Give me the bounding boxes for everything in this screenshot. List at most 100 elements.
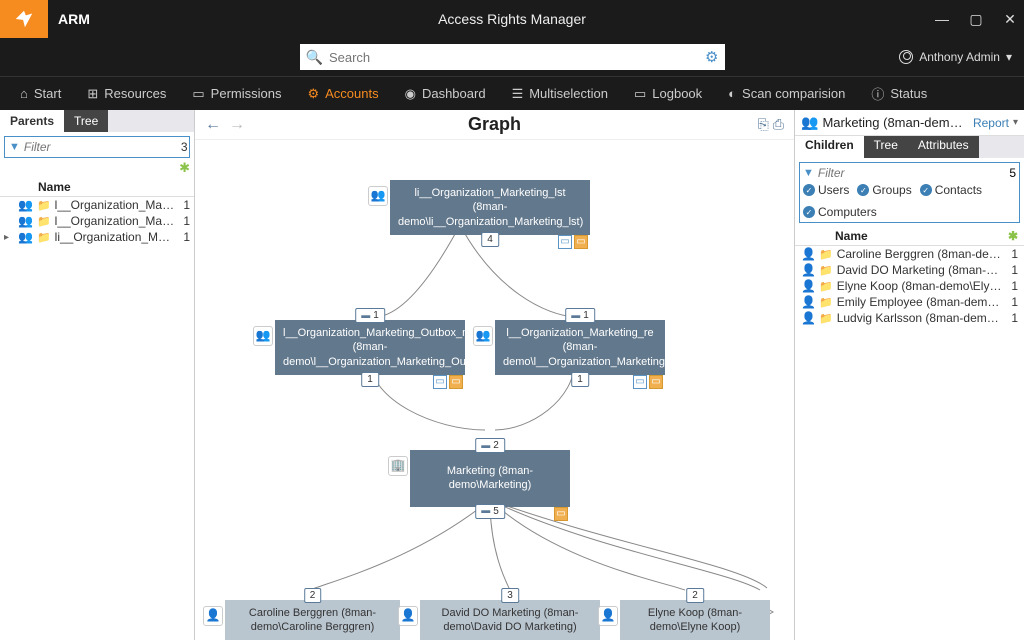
filter-pill-computers[interactable]: ✓Computers [803, 205, 877, 219]
graph-title: Graph [468, 114, 521, 135]
minimize-button[interactable]: — [934, 11, 950, 27]
note-icon[interactable]: ▭ [449, 375, 463, 389]
graph-node[interactable]: 👤 2 Elyne Koop (8man-demo\Elyne Koop) ▭ [620, 600, 770, 640]
tab-parents[interactable]: Parents [0, 110, 64, 132]
node-parent-count[interactable]: ▬1 [355, 308, 385, 323]
note-icon[interactable]: ▭ [649, 375, 663, 389]
left-filter-input[interactable] [24, 140, 181, 154]
group-icon: 👥 [253, 326, 273, 346]
report-link[interactable]: Report [973, 116, 1009, 130]
graph-node[interactable]: 👤 3 David DO Marketing (8man-demo\David … [420, 600, 600, 640]
user-icon: 👤 [801, 311, 815, 325]
group-icon: 👥 [801, 114, 818, 131]
left-filter[interactable]: ▼ 3 [4, 136, 190, 158]
search-input[interactable] [329, 50, 705, 65]
graph-tool-2[interactable]: ⎙ [773, 116, 784, 133]
tab-tree[interactable]: Tree [64, 110, 108, 132]
scan-icon: ◐ [728, 86, 736, 101]
graph-node-selected[interactable]: 🏢 ▬2 Marketing (8man-demo\Marketing) ▬5 … [410, 450, 570, 507]
tab-attributes[interactable]: Attributes [908, 136, 979, 158]
group-icon: 👥 [18, 214, 33, 228]
node-child-count[interactable]: 1 [361, 372, 379, 387]
nav-multiselection[interactable]: ☰Multiselection [512, 86, 608, 102]
list-item[interactable]: 👤📁David DO Marketing (8man-demo\Da...1 [795, 262, 1024, 278]
graph-node[interactable]: 👥 ▬1 l__Organization_Marketing_re (8man-… [495, 320, 665, 375]
group-icon: 👥 [18, 230, 33, 244]
filter-pill-groups[interactable]: ✓Groups [857, 183, 911, 197]
folder-icon: 📁 [37, 231, 51, 244]
folder-icon[interactable]: ▭ [558, 235, 572, 249]
right-filter-input[interactable] [818, 166, 1005, 180]
nav-scan-comparison[interactable]: ◐Scan comparision [728, 86, 845, 101]
nav-permissions[interactable]: ▭Permissions [192, 86, 281, 102]
graph-node[interactable]: 👥 li__Organization_Marketing_lst (8man-d… [390, 180, 590, 235]
nav-accounts[interactable]: ⚙Accounts [307, 86, 378, 102]
expand-icon[interactable]: ▸ [4, 232, 14, 243]
filter-pill-contacts[interactable]: ✓Contacts [920, 183, 982, 197]
preset-icon[interactable]: ✱ [1008, 229, 1018, 243]
group-icon: 👥 [473, 326, 493, 346]
folder-icon: 📁 [819, 312, 833, 325]
node-parent-count[interactable]: 3 [501, 588, 519, 603]
list-item[interactable]: 👤📁Ludvig Karlsson (8man-demo\Ludvig...1 [795, 310, 1024, 326]
close-button[interactable]: ✕ [1002, 11, 1018, 27]
node-label: Marketing (8man-demo\Marketing) [447, 465, 533, 491]
graph-node[interactable]: 👤 2 Caroline Berggren (8man-demo\Carolin… [225, 600, 400, 640]
folder-icon: 📁 [819, 280, 833, 293]
list-item[interactable]: 👥📁l__Organization_Marketing...1 [0, 197, 194, 213]
node-parent-count[interactable]: ▬1 [565, 308, 595, 323]
node-child-count[interactable]: ▬5 [475, 504, 505, 519]
preset-icon[interactable]: ✱ [179, 160, 190, 176]
node-child-count[interactable]: 1 [571, 372, 589, 387]
user-icon: 👤 [801, 263, 815, 277]
node-child-count[interactable]: 4 [481, 232, 499, 247]
note-icon[interactable]: ▭ [574, 235, 588, 249]
maximize-button[interactable]: ▢ [968, 11, 984, 27]
nav-dashboard[interactable]: ◉Dashboard [405, 86, 486, 102]
left-name-header: Name [0, 178, 194, 197]
graph-node[interactable]: 👥 ▬1 l__Organization_Marketing_Outbox_md… [275, 320, 465, 375]
filter-icon: ▼ [803, 167, 814, 179]
folder-icon[interactable]: ▭ [633, 375, 647, 389]
window-title: Access Rights Manager [438, 11, 586, 27]
list-item[interactable]: 👤📁Caroline Berggren (8man-demo\Caroli...… [795, 246, 1024, 262]
filter-icon: ▼ [9, 141, 20, 153]
graph-canvas[interactable]: 👥 li__Organization_Marketing_lst (8man-d… [195, 140, 794, 640]
folder-icon[interactable]: ▭ [433, 375, 447, 389]
nav-logbook[interactable]: ▭Logbook [634, 86, 702, 102]
nav-status[interactable]: ⓘStatus [871, 84, 927, 103]
list-item[interactable]: ▸👥📁li__Organization_Marketing...1 [0, 229, 194, 245]
folder-icon: 📁 [819, 264, 833, 277]
node-parent-count[interactable]: 2 [304, 588, 322, 603]
node-parent-count[interactable]: 2 [686, 588, 704, 603]
resources-icon: ⊞ [87, 86, 98, 102]
list-item[interactable]: 👤📁Elyne Koop (8man-demo\Elyne Koop)1 [795, 278, 1024, 294]
main-nav: ⌂Start ⊞Resources ▭Permissions ⚙Accounts… [0, 76, 1024, 110]
filter-pill-users[interactable]: ✓Users [803, 183, 849, 197]
node-label: David DO Marketing (8man-demo\David DO M… [442, 607, 579, 633]
tab-children[interactable]: Children [795, 136, 864, 158]
dashboard-icon: ◉ [405, 86, 416, 102]
search-settings-icon[interactable]: ⚙ [705, 48, 718, 66]
folder-icon: 📁 [819, 296, 833, 309]
brand-text: ARM [58, 11, 90, 27]
avatar-icon [899, 50, 913, 64]
status-icon: ⓘ [871, 84, 884, 103]
chevron-down-icon[interactable]: ▾ [1013, 117, 1018, 128]
nav-forward-icon[interactable]: → [229, 116, 245, 134]
right-name-header: Name✱ [795, 227, 1024, 246]
nav-start[interactable]: ⌂Start [20, 86, 61, 101]
node-parent-count[interactable]: ▬2 [475, 438, 505, 453]
nav-resources[interactable]: ⊞Resources [87, 86, 166, 102]
tab-tree[interactable]: Tree [864, 136, 908, 158]
user-icon: 👤 [398, 606, 418, 626]
chevron-down-icon: ▾ [1006, 50, 1012, 64]
list-item[interactable]: 👥📁l__Organization_Marketing...1 [0, 213, 194, 229]
list-item[interactable]: 👤📁Emily Employee (8man-demo\Emily E...1 [795, 294, 1024, 310]
search-box[interactable]: 🔍 ⚙ [300, 44, 725, 70]
folder-icon: 📁 [819, 248, 833, 261]
nav-back-icon[interactable]: ← [205, 116, 221, 134]
graph-tool-1[interactable]: ⎘ [758, 116, 769, 133]
user-menu[interactable]: Anthony Admin ▾ [899, 50, 1012, 64]
note-icon[interactable]: ▭ [554, 507, 568, 521]
